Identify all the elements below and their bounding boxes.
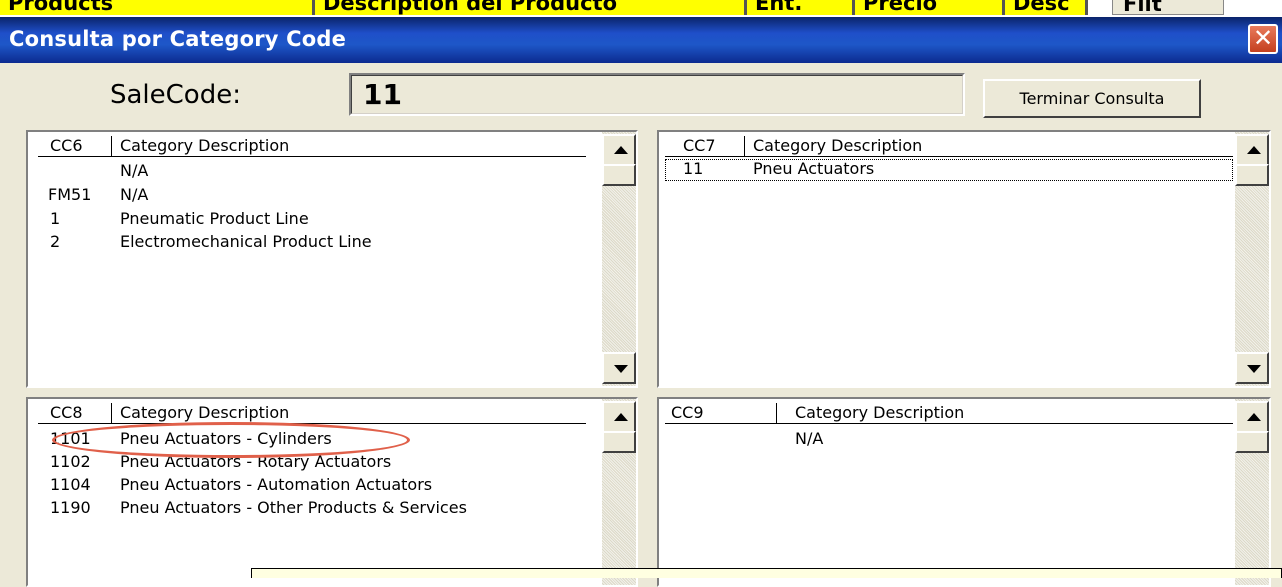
cc9-scrollbar[interactable]	[1235, 399, 1269, 585]
cc8-row[interactable]: 1104 Pneu Actuators - Automation Actuato…	[38, 475, 586, 497]
cc6-row[interactable]: 2 Electromechanical Product Line	[38, 232, 586, 254]
arrow-up-icon	[614, 146, 628, 154]
cc6-header: CC6 Category Description	[38, 136, 586, 157]
cc6-row[interactable]: 1 Pneumatic Product Line	[38, 209, 586, 231]
scroll-down-button[interactable]	[1235, 352, 1269, 384]
cc8-desc-header: Category Description	[120, 403, 290, 422]
sheet-filter-button[interactable]: Filt	[1112, 0, 1224, 15]
cc6-row[interactable]: N/A	[38, 161, 586, 183]
cc8-code-header: CC8	[50, 403, 83, 422]
cc6-code-header: CC6	[50, 136, 83, 155]
cc6-listbox[interactable]: CC6 Category Description N/A FM51 N/A 1 …	[26, 130, 638, 388]
scroll-thumb[interactable]	[602, 431, 636, 453]
cc7-desc-header: Category Description	[753, 136, 923, 155]
cc9-row[interactable]: N/A	[665, 429, 1233, 451]
arrow-down-icon	[1247, 365, 1261, 373]
scroll-thumb[interactable]	[1235, 431, 1269, 453]
sheet-cell: Description del Producto	[312, 0, 744, 15]
cc8-header: CC8 Category Description	[38, 403, 586, 424]
tooltip-edge	[251, 568, 1282, 578]
cc8-row[interactable]: 1102 Pneu Actuators - Rotary Actuators	[38, 452, 586, 474]
cc9-code-header: CC9	[671, 403, 704, 422]
scroll-down-button[interactable]	[602, 352, 636, 384]
cc6-desc-header: Category Description	[120, 136, 290, 155]
dialog-title: Consulta por Category Code	[9, 27, 347, 51]
close-icon[interactable]: ✕	[1248, 24, 1278, 54]
arrow-up-icon	[1247, 413, 1261, 421]
sheet-cell: Products	[0, 0, 312, 15]
arrow-up-icon	[1247, 146, 1261, 154]
cc9-header: CC9 Category Description	[665, 403, 1233, 424]
dialog-titlebar[interactable]: Consulta por Category Code ✕	[0, 17, 1282, 63]
cc6-row[interactable]: FM51 N/A	[38, 185, 586, 207]
background-sheet-strip: Products Description del Producto Ent. P…	[0, 0, 1282, 17]
cc7-code-header: CC7	[683, 136, 716, 155]
cc7-header: CC7 Category Description	[665, 136, 1233, 157]
cc7-scrollbar[interactable]	[1235, 132, 1269, 386]
cc9-desc-header: Category Description	[795, 403, 965, 422]
scroll-thumb[interactable]	[602, 164, 636, 186]
scroll-up-button[interactable]	[1235, 134, 1269, 166]
cc7-row-selected[interactable]: 11 Pneu Actuators	[665, 159, 1233, 181]
arrow-down-icon	[614, 365, 628, 373]
sheet-cell: Desc	[1002, 0, 1088, 15]
scroll-up-button[interactable]	[602, 401, 636, 433]
salecode-value: 11	[363, 78, 402, 111]
cc9-listbox[interactable]: CC9 Category Description N/A	[657, 397, 1271, 587]
salecode-label: SaleCode:	[110, 80, 241, 110]
scroll-thumb[interactable]	[1235, 164, 1269, 186]
cc8-row[interactable]: 1101 Pneu Actuators - Cylinders	[38, 429, 586, 451]
cc8-listbox[interactable]: CC8 Category Description 1101 Pneu Actua…	[26, 397, 638, 587]
sheet-cell: Precio	[852, 0, 1002, 15]
cc6-scrollbar[interactable]	[602, 132, 636, 386]
scroll-up-button[interactable]	[1235, 401, 1269, 433]
sheet-cell: Ent.	[744, 0, 852, 15]
salecode-field[interactable]: 11	[349, 73, 965, 116]
scroll-up-button[interactable]	[602, 134, 636, 166]
arrow-up-icon	[614, 413, 628, 421]
cc8-row[interactable]: 1190 Pneu Actuators - Other Products & S…	[38, 498, 586, 520]
cc7-listbox[interactable]: CC7 Category Description 11 Pneu Actuato…	[657, 130, 1271, 388]
cc8-scrollbar[interactable]	[602, 399, 636, 585]
terminar-consulta-button[interactable]: Terminar Consulta	[983, 79, 1201, 118]
